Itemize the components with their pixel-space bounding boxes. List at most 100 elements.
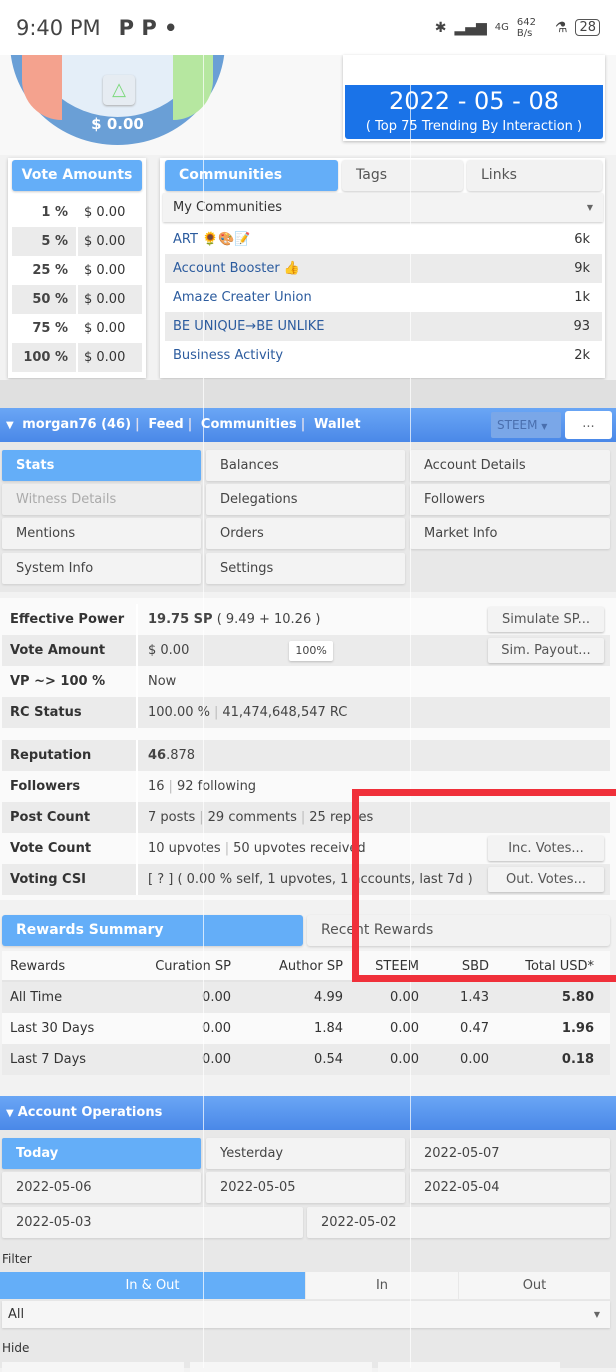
simulate-sp-button[interactable]: Simulate SP... — [488, 607, 604, 632]
battery-icon: 28 — [575, 19, 600, 36]
caret-down-icon: ▼ — [586, 203, 593, 212]
vote-value: $ 0.00 — [84, 234, 126, 249]
rewards-cell: Last 7 Days — [10, 1052, 87, 1067]
tab-rewards-summary[interactable]: Rewards Summary — [2, 915, 303, 946]
tab-communities[interactable]: Communities — [165, 160, 338, 191]
date-button[interactable]: 2022-05-07 — [410, 1138, 610, 1169]
community-name: Account Booster 👍 — [173, 261, 300, 276]
date-button[interactable]: Today — [2, 1138, 201, 1169]
gauge-value: $ 0.00 — [91, 115, 144, 133]
trending-date: 2022 - 05 - 08 — [389, 87, 559, 115]
vote-value: $ 0.00 — [84, 292, 126, 307]
rewards-cell: 0.00 — [390, 990, 419, 1005]
collapse-icon[interactable]: ▼ — [6, 420, 14, 431]
out-votes-button[interactable]: Out. Votes... — [488, 867, 604, 892]
vote-amount-row: 50 % $ 0.00 — [12, 285, 142, 314]
community-count: 1k — [574, 290, 590, 305]
stat-vote-amount: Vote Amount $ 0.00 100% Sim. Payout... — [2, 635, 610, 666]
nav-account-details[interactable]: Account Details — [410, 450, 610, 481]
nav-settings[interactable]: Settings — [206, 553, 405, 584]
community-name: ART 🌻🎨📝 — [173, 232, 251, 247]
communities-link[interactable]: Communities — [201, 417, 297, 432]
net-speed: 642 B/s — [516, 16, 536, 39]
nav-balances[interactable]: Balances — [206, 450, 405, 481]
sim-payout-button[interactable]: Sim. Payout... — [488, 638, 604, 663]
stat-effective-power: Effective Power 19.75 SP ( 9.49 + 10.26 )… — [2, 604, 610, 635]
tab-vote-amounts[interactable]: Vote Amounts — [12, 160, 142, 191]
feed-link[interactable]: Feed — [148, 417, 183, 432]
filter-label: Filter — [2, 1252, 32, 1266]
rewards-cell: 1.84 — [314, 1021, 343, 1036]
vote-amount-row: 5 % $ 0.00 — [12, 227, 142, 256]
dropdown-value: My Communities — [173, 200, 282, 215]
community-row[interactable]: BE UNIQUE→BE UNLIKE 93 — [165, 312, 602, 341]
rewards-row: Last 30 Days 0.00 1.84 0.00 0.47 1.96 — [2, 1013, 610, 1044]
nav-delegations[interactable]: Delegations — [206, 484, 405, 515]
stat-vp: VP ~> 100 % Now — [2, 666, 610, 697]
rewards-cell: 4.99 — [314, 990, 343, 1005]
gauge-green-arc — [173, 55, 213, 120]
upvote-button[interactable]: △ — [103, 75, 135, 105]
rewards-cell: 0.00 — [202, 1021, 231, 1036]
nav-market-info[interactable]: Market Info — [410, 518, 610, 549]
community-row[interactable]: ART 🌻🎨📝 6k — [165, 225, 602, 254]
nav-stats[interactable]: Stats — [2, 450, 201, 481]
overlay-line — [203, 55, 204, 1368]
nav-mentions[interactable]: Mentions — [2, 518, 201, 549]
community-row[interactable]: Amaze Creater Union 1k — [165, 283, 602, 312]
vote-amount-row: 25 % $ 0.00 — [12, 256, 142, 285]
rewards-row: Last 7 Days 0.00 0.54 0.00 0.00 0.18 — [2, 1044, 610, 1075]
tab-links[interactable]: Links — [467, 160, 602, 191]
communities-dropdown[interactable]: My Communities ▼ — [163, 193, 603, 222]
vote-value: $ 0.00 — [84, 205, 126, 220]
hide-option[interactable] — [378, 1362, 560, 1372]
rewards-cell: 1.43 — [460, 990, 489, 1005]
tab-tags[interactable]: Tags — [342, 160, 463, 191]
account-link[interactable]: morgan76 (46) — [22, 417, 131, 432]
rewards-cell: 0.18 — [561, 1052, 594, 1067]
rewards-row: All Time 0.00 4.99 0.00 1.43 5.80 — [2, 982, 610, 1013]
nav-system-info[interactable]: System Info — [2, 553, 201, 584]
section-title: Account Operations — [17, 1105, 163, 1120]
wallet-link[interactable]: Wallet — [314, 417, 361, 432]
stat-reputation: Reputation 46.878 — [2, 740, 610, 771]
date-button[interactable]: 2022-05-06 — [2, 1172, 201, 1203]
community-count: 93 — [573, 319, 590, 334]
nav-orders[interactable]: Orders — [206, 518, 405, 549]
nav-witness-details[interactable]: Witness Details — [2, 484, 201, 515]
vote-percent: 100 % — [12, 343, 78, 372]
annotation-box-left — [352, 789, 359, 982]
more-button[interactable]: ... — [565, 411, 612, 439]
date-button[interactable]: 2022-05-04 — [410, 1172, 610, 1203]
filter-out[interactable]: Out — [459, 1272, 610, 1299]
date-button[interactable]: 2022-05-05 — [206, 1172, 405, 1203]
community-count: 9k — [574, 261, 590, 276]
currency-select[interactable]: STEEM ▼ — [491, 412, 561, 438]
divider — [0, 380, 616, 408]
vote-amount-row: 1 % $ 0.00 — [12, 198, 142, 227]
nav-followers[interactable]: Followers — [410, 484, 610, 515]
community-name: BE UNIQUE→BE UNLIKE — [173, 319, 325, 334]
stat-followers: Followers 16 | 92 following — [2, 771, 610, 802]
vote-weight-slider[interactable]: 100% — [289, 641, 333, 661]
column-header: Rewards — [10, 959, 66, 974]
filter-in-out[interactable]: In & Out — [0, 1272, 305, 1299]
network-type: 4G — [494, 22, 509, 33]
hide-label: Hide — [2, 1341, 30, 1355]
date-button[interactable]: Yesterday — [206, 1138, 405, 1169]
bluetooth-icon: ✱ — [434, 19, 447, 36]
rewards-cell: Last 30 Days — [10, 1021, 95, 1036]
rewards-cell: All Time — [10, 990, 63, 1005]
stat-rc: RC Status 100.00 % | 41,474,648,547 RC — [2, 697, 610, 728]
community-row[interactable]: Account Booster 👍 9k — [165, 254, 602, 283]
hide-option[interactable] — [190, 1362, 372, 1372]
annotation-box-top — [352, 789, 616, 796]
date-button[interactable]: 2022-05-03 — [2, 1207, 303, 1238]
inc-votes-button[interactable]: Inc. Votes... — [488, 836, 604, 861]
operation-type-select[interactable]: All ▼ — [2, 1301, 610, 1328]
collapse-icon[interactable]: ▼ — [6, 1108, 14, 1119]
community-row[interactable]: Business Activity 2k — [165, 341, 602, 370]
filter-in[interactable]: In — [306, 1272, 458, 1299]
hide-option[interactable] — [2, 1362, 184, 1372]
date-button[interactable]: 2022-05-02 — [307, 1207, 610, 1238]
